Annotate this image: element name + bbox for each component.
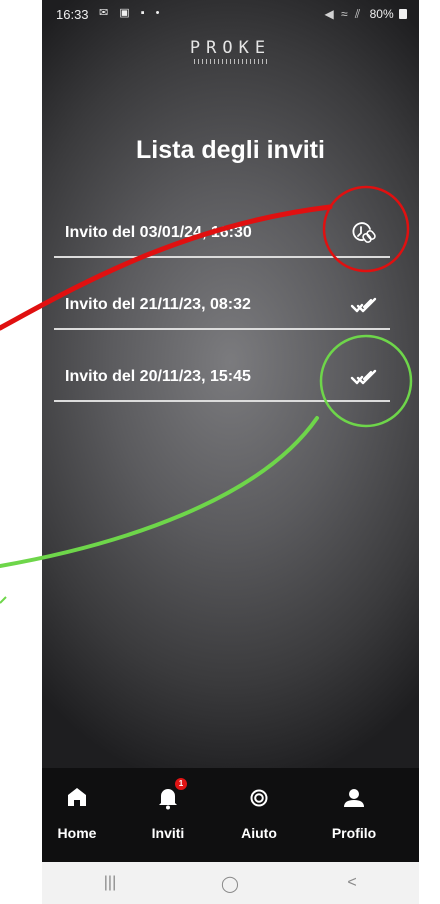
- logo-text: PROKE: [189, 38, 272, 58]
- status-bar: 16:33 ✉ ▣ ▪ • ◀ ≈ ⫽ 80%: [42, 0, 419, 26]
- recents-button[interactable]: |||: [90, 874, 130, 892]
- back-button[interactable]: <: [332, 874, 372, 892]
- phone-screen: 16:33 ✉ ▣ ▪ • ◀ ≈ ⫽ 80% PROKE Lista degl…: [42, 0, 419, 904]
- double-check-icon: [350, 364, 378, 390]
- nav-label: Aiuto: [241, 825, 277, 841]
- invite-row[interactable]: Invito del 20/11/23, 15:45: [54, 354, 390, 402]
- home-button[interactable]: ◯: [210, 874, 250, 894]
- invite-label: Invito del 21/11/23, 08:32: [65, 296, 251, 313]
- invite-row[interactable]: Invito del 21/11/23, 08:32: [54, 282, 390, 330]
- system-nav-bar: ||| ◯ <: [42, 862, 419, 904]
- invite-row[interactable]: Invito del 03/01/24, 16:30: [54, 210, 390, 258]
- page-title: Lista degli inviti: [136, 136, 325, 164]
- nav-aiuto[interactable]: Aiuto: [219, 778, 299, 841]
- invite-label: Invito del 20/11/23, 15:45: [65, 368, 251, 385]
- bell-icon: 1: [128, 778, 208, 810]
- pending-clock-icon: [350, 220, 378, 246]
- nav-home[interactable]: Home: [42, 778, 117, 841]
- home-icon: [42, 778, 117, 810]
- notification-badge: 1: [175, 778, 187, 790]
- app-background: 16:33 ✉ ▣ ▪ • ◀ ≈ ⫽ 80% PROKE Lista degl…: [42, 0, 419, 862]
- nav-label: Home: [57, 825, 97, 841]
- nav-label: Inviti: [151, 825, 185, 841]
- signal-icons: ◀ ≈ ⫽: [324, 7, 363, 21]
- battery-icon: [399, 9, 407, 19]
- notification-icons: ✉ ▣ ▪ •: [99, 7, 164, 19]
- green-annotation-tick: [0, 596, 7, 604]
- invite-label: Invito del 03/01/24, 16:30: [65, 224, 252, 241]
- nav-label: Profilo: [331, 825, 377, 841]
- nav-inviti[interactable]: 1 Inviti: [128, 778, 208, 841]
- double-check-icon: [350, 292, 378, 318]
- nav-profilo[interactable]: Profilo: [314, 778, 394, 841]
- app-logo: PROKE: [42, 38, 419, 64]
- battery-percent: 80%: [369, 7, 394, 21]
- status-right-group: ◀ ≈ ⫽ 80%: [324, 7, 407, 22]
- bottom-nav: Home 1 Inviti Aiuto Profilo: [42, 768, 419, 862]
- logo-ruler-icon: [193, 59, 268, 64]
- status-time: 16:33: [56, 7, 89, 22]
- lifebuoy-icon: [219, 778, 299, 810]
- profile-icon: [314, 778, 394, 810]
